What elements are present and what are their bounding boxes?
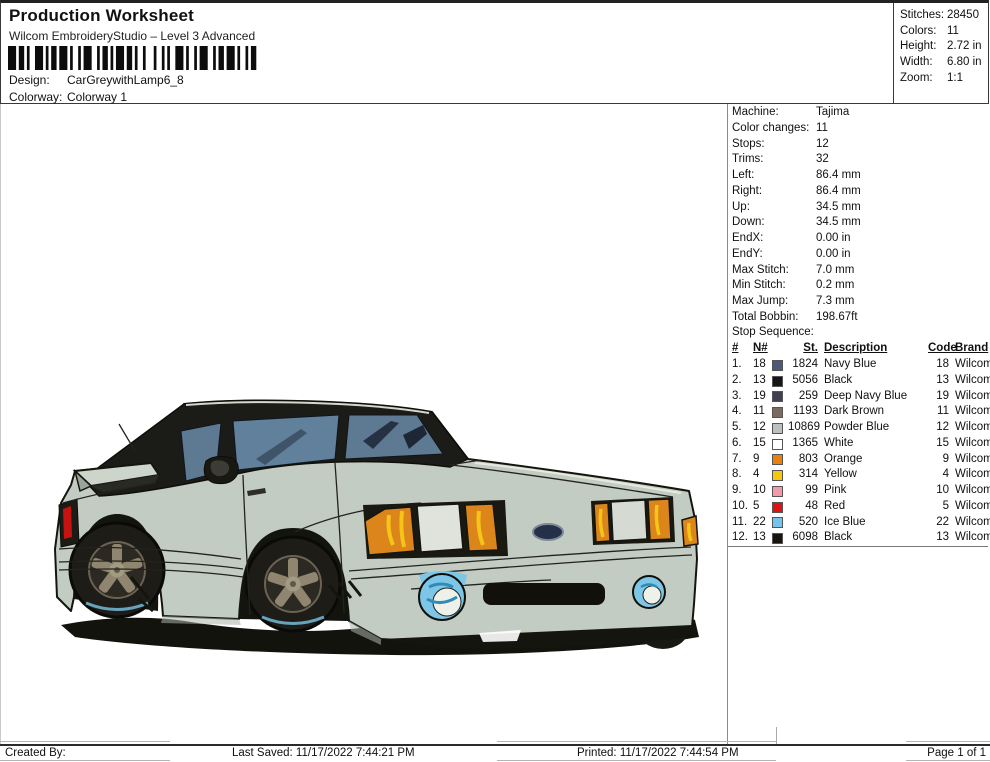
stat-colors: Colors: 11 (900, 24, 959, 37)
stop-row: 11. 22 520 Ice Blue 22 Wilcom (732, 515, 990, 529)
footer-grey-rule (497, 760, 776, 761)
stop-table-bottom-rule (728, 546, 988, 547)
footer-grey-rule (906, 741, 990, 742)
footer-grey-rule (0, 741, 170, 742)
stop-row: 7. 9 803 Orange 9 Wilcom (732, 452, 990, 466)
stop-row: 4. 11 1193 Dark Brown 11 Wilcom (732, 405, 990, 419)
machine-row: Left: 86.4 mm (732, 169, 861, 181)
footer-tick (776, 727, 777, 744)
taillight (58, 498, 80, 548)
ford-emblem (532, 523, 564, 541)
stat-height: Height: 2.72 in (900, 40, 982, 53)
stop-row: 9. 10 99 Pink 10 Wilcom (732, 484, 990, 497)
machine-row: EndY: 0.00 in (732, 247, 851, 260)
production-worksheet-page: Production Worksheet Wilcom EmbroiderySt… (0, 0, 990, 762)
footer-grey-rule (497, 741, 776, 742)
machine-row: EndX: 0.00 in (732, 232, 851, 244)
thread-swatch (772, 470, 783, 482)
footer-printed: Printed: 11/17/2022 7:44:54 PM (577, 747, 739, 759)
thread-swatch (772, 533, 783, 545)
stop-sequence-table: # N# St. Description Code Brand 1. 18 1824… (732, 341, 990, 546)
thread-swatch (772, 454, 783, 466)
header: Production Worksheet Wilcom EmbroiderySt… (0, 0, 989, 104)
embroidered-car-design (54, 399, 699, 656)
thread-swatch (772, 501, 783, 513)
thread-swatch (772, 375, 783, 387)
machine-row: Right: 86.4 mm (732, 184, 861, 197)
grille-opening (483, 583, 605, 605)
thread-swatch (772, 485, 783, 497)
footer-last-saved: Last Saved: 11/17/2022 7:44:21 PM (232, 747, 415, 759)
stop-row: 6. 15 1365 White 15 Wilcom (732, 436, 990, 450)
design-preview-area (0, 104, 727, 744)
thread-swatch (772, 391, 783, 403)
stop-row: 10. 5 48 Red 5 Wilcom (732, 499, 990, 513)
footer-grey-rule (906, 760, 990, 761)
stop-row: 5. 12 10869 Powder Blue 12 Wilcom (732, 421, 990, 434)
colorway-label: Colorway: (9, 90, 63, 104)
machine-row: Total Bobbin: 198.67ft (732, 310, 858, 323)
thread-swatch (772, 422, 783, 434)
stop-row: 8. 4 314 Yellow 4 Wilcom (732, 468, 990, 482)
stats-box: Stitches: 28450 Colors: 11 Height: 2.72 in … (893, 3, 990, 104)
footer-created-by: Created By: (5, 747, 66, 759)
machine-row: Stops: 12 (732, 137, 829, 150)
front-wheel (244, 535, 342, 633)
footer-grey-rule (0, 760, 170, 761)
thread-swatch (772, 517, 783, 529)
footer-page-number: Page 1 of 1 (927, 747, 986, 759)
machine-row: Trims: 32 (732, 153, 829, 166)
colorway-row: Colorway: Colorway 1 (9, 90, 127, 104)
stat-zoom: Zoom: 1:1 (900, 71, 963, 84)
thread-swatch (772, 438, 783, 450)
thread-swatch (772, 407, 783, 419)
design-value: CarGreywithLamp6_8 (67, 73, 184, 87)
page-title: Production Worksheet (9, 6, 195, 25)
stat-stitches: Stitches: 28450 (900, 9, 979, 21)
machine-info: Machine: Tajima Color changes: 11 Stops: 12… (732, 105, 988, 326)
panel-divider (727, 104, 728, 744)
stop-row: 1. 18 1824 Navy Blue 18 Wilcom (732, 358, 990, 371)
machine-row: Color changes: 11 (732, 121, 828, 134)
machine-row: Max Stitch: 7.0 mm (732, 263, 855, 276)
machine-row: Min Stitch: 0.2 mm (732, 279, 855, 292)
stat-width: Width: 6.80 in (900, 56, 982, 69)
thread-swatch (772, 359, 783, 371)
mirror-highlight (210, 460, 230, 477)
stop-row: 3. 19 259 Deep Navy Blue 19 Wilcom (732, 389, 990, 403)
design-label: Design: (9, 73, 50, 87)
machine-row: Machine: Tajima (732, 106, 850, 118)
machine-row: Up: 34.5 mm (732, 200, 861, 213)
colorway-value: Colorway 1 (67, 90, 128, 104)
machine-row: Down: 34.5 mm (732, 216, 861, 229)
stop-row: 2. 13 5056 Black 13 Wilcom (732, 373, 990, 387)
footer-rule (0, 744, 990, 746)
fog-lamp-left (418, 571, 467, 621)
design-row: Design: CarGreywithLamp6_8 (9, 73, 184, 87)
machine-row: Max Jump: 7.3 mm (732, 295, 855, 307)
stop-sequence-heading: Stop Sequence: (732, 326, 814, 338)
barcode-icon (8, 46, 257, 70)
stop-row: 12. 13 6098 Black 13 Wilcom (732, 531, 990, 545)
fog-lamp-right (632, 575, 666, 609)
stop-table-header: # N# St. Description Code Brand (732, 342, 989, 355)
software-subtitle: Wilcom EmbroideryStudio – Level 3 Advanc… (9, 29, 256, 43)
